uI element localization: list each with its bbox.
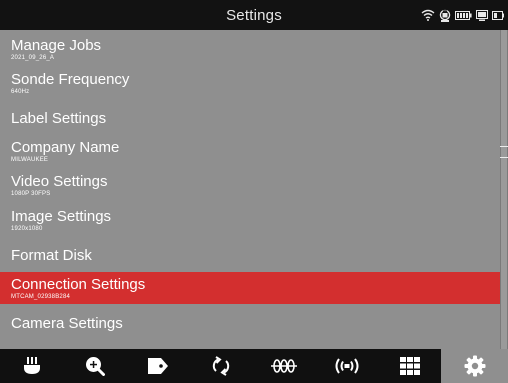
scrollbar-thumb[interactable] xyxy=(500,146,508,158)
item-label: Camera Settings xyxy=(11,315,123,332)
meter-counter-icon xyxy=(270,359,297,373)
item-label: Connection Settings xyxy=(11,276,146,293)
settings-button[interactable] xyxy=(441,349,508,383)
sonde-button[interactable] xyxy=(315,349,378,383)
image-settings-item[interactable]: Image Settings 1920x1080 xyxy=(0,204,500,239)
item-value: MILWAUKEE xyxy=(11,157,49,163)
tag-icon xyxy=(147,358,168,374)
format-disk-item[interactable]: Format Disk xyxy=(0,239,500,272)
rotate-button[interactable] xyxy=(189,349,252,383)
tag-button[interactable] xyxy=(126,349,189,383)
item-label: Video Settings xyxy=(11,173,108,190)
item-value: MTCAM_02938B284 xyxy=(11,294,71,300)
item-label: Manage Jobs xyxy=(11,37,102,54)
scrollbar[interactable] xyxy=(500,30,508,349)
zoom-in-button[interactable] xyxy=(63,349,126,383)
camera-battery-icon xyxy=(492,10,504,20)
camera-settings-item[interactable]: Camera Settings xyxy=(0,304,500,340)
item-value: 1920x1080 xyxy=(11,226,43,232)
connection-settings-item[interactable]: Connection Settings MTCAM_02938B284 xyxy=(0,272,500,304)
item-value: 640Hz xyxy=(11,89,30,95)
monitor-icon xyxy=(476,9,488,21)
label-settings-item[interactable]: Label Settings xyxy=(0,100,500,136)
grid-button[interactable] xyxy=(378,349,441,383)
video-settings-item[interactable]: Video Settings 1080P 30FPS xyxy=(0,170,500,204)
cable-reel-icon xyxy=(23,357,40,374)
meter-counter-button[interactable] xyxy=(252,349,315,383)
settings-list: Manage Jobs 2021_09_26_A Sonde Frequency… xyxy=(0,30,500,349)
status-icons xyxy=(421,8,504,22)
bottom-toolbar xyxy=(0,349,508,383)
sonde-frequency-item[interactable]: Sonde Frequency 640Hz xyxy=(0,64,500,100)
manage-jobs-item[interactable]: Manage Jobs 2021_09_26_A xyxy=(0,30,500,64)
lock-icon xyxy=(439,9,451,22)
scrollbar-track xyxy=(501,30,507,349)
company-name-item[interactable]: Company Name MILWAUKEE xyxy=(0,136,500,170)
cable-reel-button[interactable] xyxy=(0,349,63,383)
sonde-icon xyxy=(335,358,358,374)
item-label: Image Settings xyxy=(11,208,112,225)
battery-icon xyxy=(455,10,472,20)
item-label: Company Name xyxy=(11,139,120,156)
item-label: Label Settings xyxy=(11,110,107,127)
top-bar: Settings xyxy=(0,0,508,30)
grid-icon xyxy=(399,357,420,375)
wifi-icon xyxy=(421,9,435,21)
device-screen: Settings Manage Jobs 2021_09_26_A Sonde … xyxy=(0,0,508,383)
item-label: Sonde Frequency xyxy=(11,71,130,88)
item-value: 2021_09_26_A xyxy=(11,55,55,61)
settings-gear-icon xyxy=(464,355,485,377)
item-label: Format Disk xyxy=(11,247,92,264)
item-value: 1080P 30FPS xyxy=(11,191,51,197)
zoom-in-icon xyxy=(85,357,105,376)
rotate-icon xyxy=(212,356,229,376)
